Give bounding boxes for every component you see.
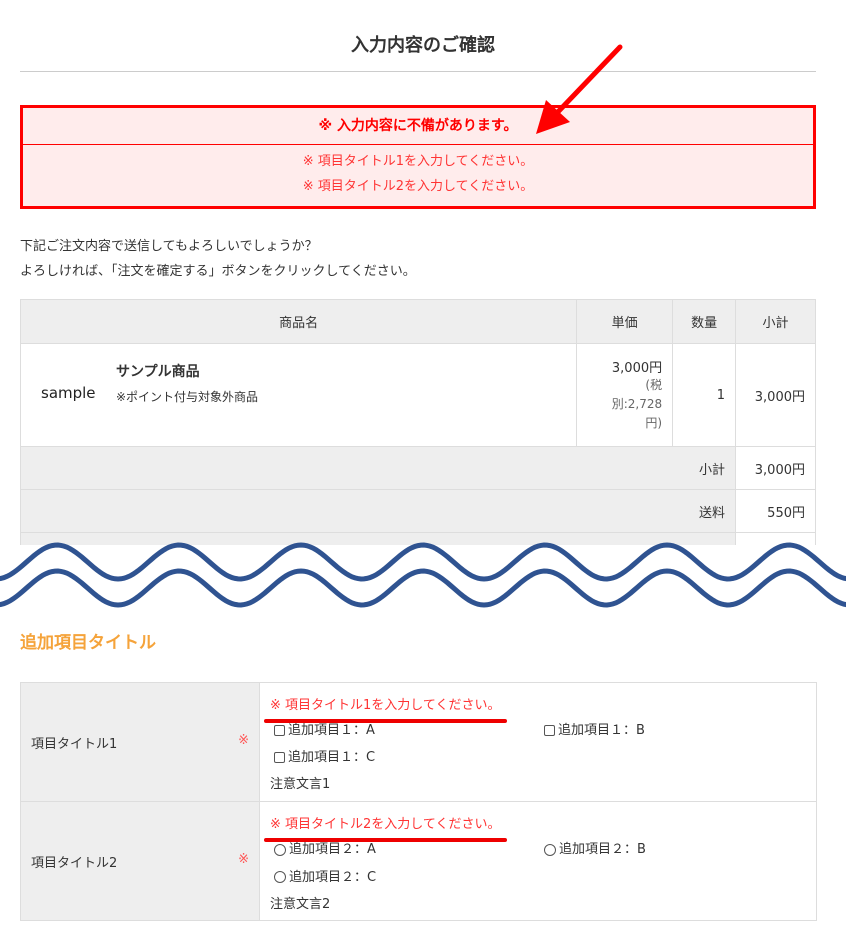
option-checkbox[interactable]: 追加項目１：B bbox=[544, 718, 645, 743]
required-mark: ※ bbox=[238, 733, 249, 748]
product-note: ※ポイント付与対象外商品 bbox=[116, 390, 259, 404]
product-image: sample bbox=[41, 384, 96, 402]
radio-icon[interactable] bbox=[544, 843, 556, 856]
option-radio[interactable]: 追加項目２：B bbox=[544, 837, 646, 862]
option-label: 追加項目２：C bbox=[289, 869, 377, 885]
field-error: ※ 項目タイトル2を入力してください。 bbox=[264, 812, 507, 842]
total-value: 550円 bbox=[735, 489, 816, 533]
product-name: サンプル商品 bbox=[116, 364, 200, 380]
radio-icon[interactable] bbox=[274, 843, 286, 856]
intro-line: 下記ご注文内容で送信してもよろしいでしょうか？ bbox=[20, 239, 318, 254]
arrow-annotation bbox=[536, 44, 623, 134]
field-error-text: ※ 項目タイトル1を入力してください。 bbox=[270, 698, 501, 713]
field-label: 項目タイトル1 bbox=[31, 737, 118, 752]
additional-form: 項目タイトル1 ※ ※ 項目タイトル1を入力してください。 追加項目１：A 追加項… bbox=[20, 682, 817, 921]
field-error: ※ 項目タイトル1を入力してください。 bbox=[264, 693, 507, 723]
page-break-wave bbox=[0, 542, 846, 608]
total-row: 小計 3,000円 bbox=[19, 446, 816, 490]
option-label: 追加項目１：B bbox=[558, 723, 645, 738]
form-row: 項目タイトル2 ※ ※ 項目タイトル2を入力してください。 追加項目２：A 追加項… bbox=[20, 801, 817, 921]
table-row: sample サンプル商品 ※ポイント付与対象外商品 3,000円 (税別:2,… bbox=[19, 343, 816, 447]
col-qty: 数量 bbox=[672, 299, 737, 344]
section-title: 追加項目タイトル bbox=[20, 633, 156, 653]
total-row: 送料 550円 bbox=[19, 489, 816, 533]
total-label: 送料 bbox=[19, 489, 737, 533]
radio-icon[interactable] bbox=[274, 871, 286, 883]
option-checkbox[interactable]: 追加項目１：C bbox=[274, 745, 375, 770]
intro-text: 下記ご注文内容で送信してもよろしいでしょうか？ よろしければ、「注文を確定する」… bbox=[20, 234, 416, 284]
option-radio[interactable]: 追加項目２：C bbox=[274, 865, 376, 890]
quantity: 1 bbox=[672, 343, 737, 447]
col-subtotal: 小計 bbox=[735, 299, 816, 344]
col-price: 単価 bbox=[576, 299, 674, 344]
form-row: 項目タイトル1 ※ ※ 項目タイトル1を入力してください。 追加項目１：A 追加項… bbox=[20, 682, 817, 802]
cart-table: 商品名 単価 数量 小計 sample サンプル商品 ※ポイント付与対象外商品 … bbox=[19, 299, 816, 576]
total-value: 3,000円 bbox=[735, 446, 816, 490]
checkbox-icon[interactable] bbox=[274, 725, 285, 736]
unit-price: 3,000円 bbox=[611, 361, 663, 376]
field-note: 注意文言2 bbox=[270, 897, 331, 912]
required-mark: ※ bbox=[238, 852, 249, 867]
intro-line: よろしければ、「注文を確定する」ボタンをクリックしてください。 bbox=[20, 264, 416, 279]
option-label: 追加項目１：C bbox=[288, 750, 376, 765]
col-name: 商品名 bbox=[19, 299, 578, 344]
checkbox-icon[interactable] bbox=[544, 725, 555, 736]
wave-line bbox=[0, 542, 846, 582]
field-error-text: ※ 項目タイトル2を入力してください。 bbox=[270, 817, 501, 832]
field-note: 注意文言1 bbox=[270, 777, 331, 792]
checkbox-icon[interactable] bbox=[274, 752, 285, 763]
unit-price-ex-tax: (税別:2,728円) bbox=[611, 378, 663, 430]
line-subtotal: 3,000円 bbox=[735, 343, 816, 447]
error-underline bbox=[264, 838, 507, 842]
error-underline bbox=[264, 719, 507, 723]
option-label: 追加項目２：B bbox=[559, 842, 646, 857]
field-label: 項目タイトル2 bbox=[31, 856, 118, 871]
total-label: 小計 bbox=[19, 446, 737, 490]
